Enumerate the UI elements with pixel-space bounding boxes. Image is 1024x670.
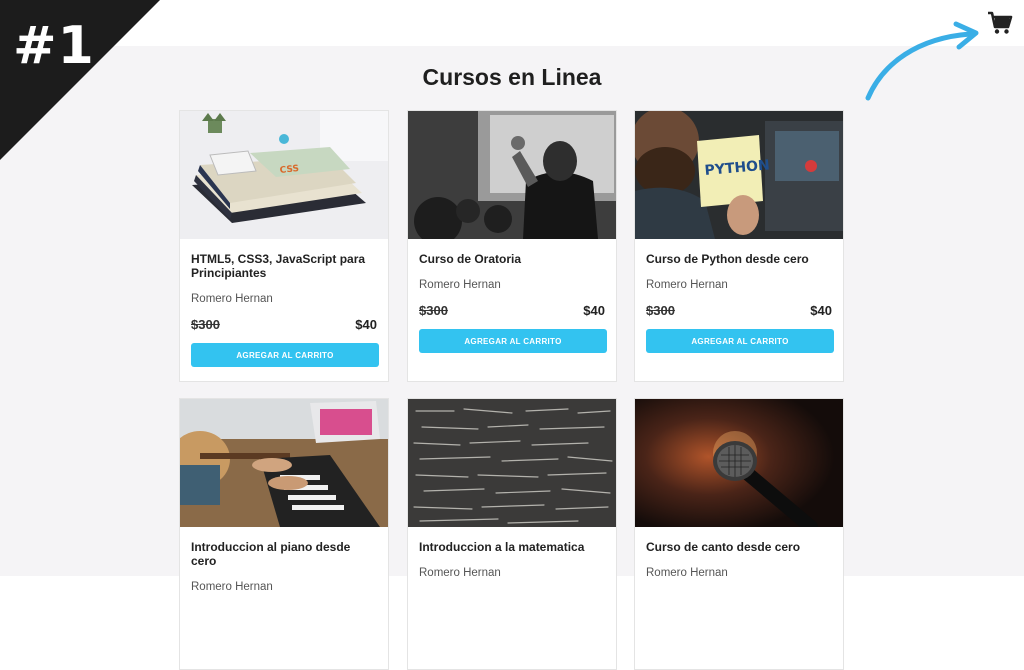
page-title: Cursos en Linea xyxy=(422,64,602,90)
course-old-price: $300 xyxy=(419,303,448,318)
course-title: HTML5, CSS3, JavaScript para Principiant… xyxy=(191,252,366,280)
course-title: Curso de Oratoria xyxy=(419,252,522,266)
svg-text:CSS: CSS xyxy=(279,164,299,176)
course-author: Romero Hernan xyxy=(419,279,501,291)
course-author: Romero Hernan xyxy=(646,279,728,291)
pointer-arrow-icon xyxy=(865,21,979,101)
course-old-price: $300 xyxy=(646,303,675,318)
course-card: Curso de canto desde cero Romero Hernan xyxy=(634,398,844,670)
course-image-microphone xyxy=(635,399,843,527)
add-to-cart-button[interactable]: AGREGAR AL CARRITO xyxy=(419,329,607,353)
course-image-python: PYTHON xyxy=(635,111,843,239)
course-card: PYTHON Curso de Python desde cero Romero… xyxy=(634,110,844,382)
course-card: Curso de Oratoria Romero Hernan $300 $40… xyxy=(407,110,617,382)
course-image-piano xyxy=(180,399,388,527)
course-card: Introduccion al piano desde cero Romero … xyxy=(179,398,389,670)
add-to-cart-button[interactable]: AGREGAR AL CARRITO xyxy=(191,343,379,367)
course-title: Curso de canto desde cero xyxy=(646,540,801,554)
course-image-books: CSS xyxy=(180,111,388,239)
course-title: Introduccion a la matematica xyxy=(419,540,585,554)
course-image-math xyxy=(408,399,616,527)
course-title: Curso de Python desde cero xyxy=(646,252,809,266)
course-author: Romero Hernan xyxy=(419,567,501,579)
shopping-cart-icon[interactable] xyxy=(987,10,1013,36)
course-image-oratory xyxy=(408,111,616,239)
course-author: Romero Hernan xyxy=(191,293,273,305)
course-title: Introduccion al piano desde cero xyxy=(191,540,351,568)
add-to-cart-button[interactable]: AGREGAR AL CARRITO xyxy=(646,329,834,353)
course-price: $40 xyxy=(583,303,605,318)
course-author: Romero Hernan xyxy=(646,567,728,579)
course-author: Romero Hernan xyxy=(191,581,273,593)
course-price: $40 xyxy=(810,303,832,318)
course-card: CSS HTML5, CSS3, JavaScript para Princip… xyxy=(179,110,389,382)
course-old-price: $300 xyxy=(191,317,220,332)
course-price: $40 xyxy=(355,317,377,332)
course-card: Introduccion a la matematica Romero Hern… xyxy=(407,398,617,670)
